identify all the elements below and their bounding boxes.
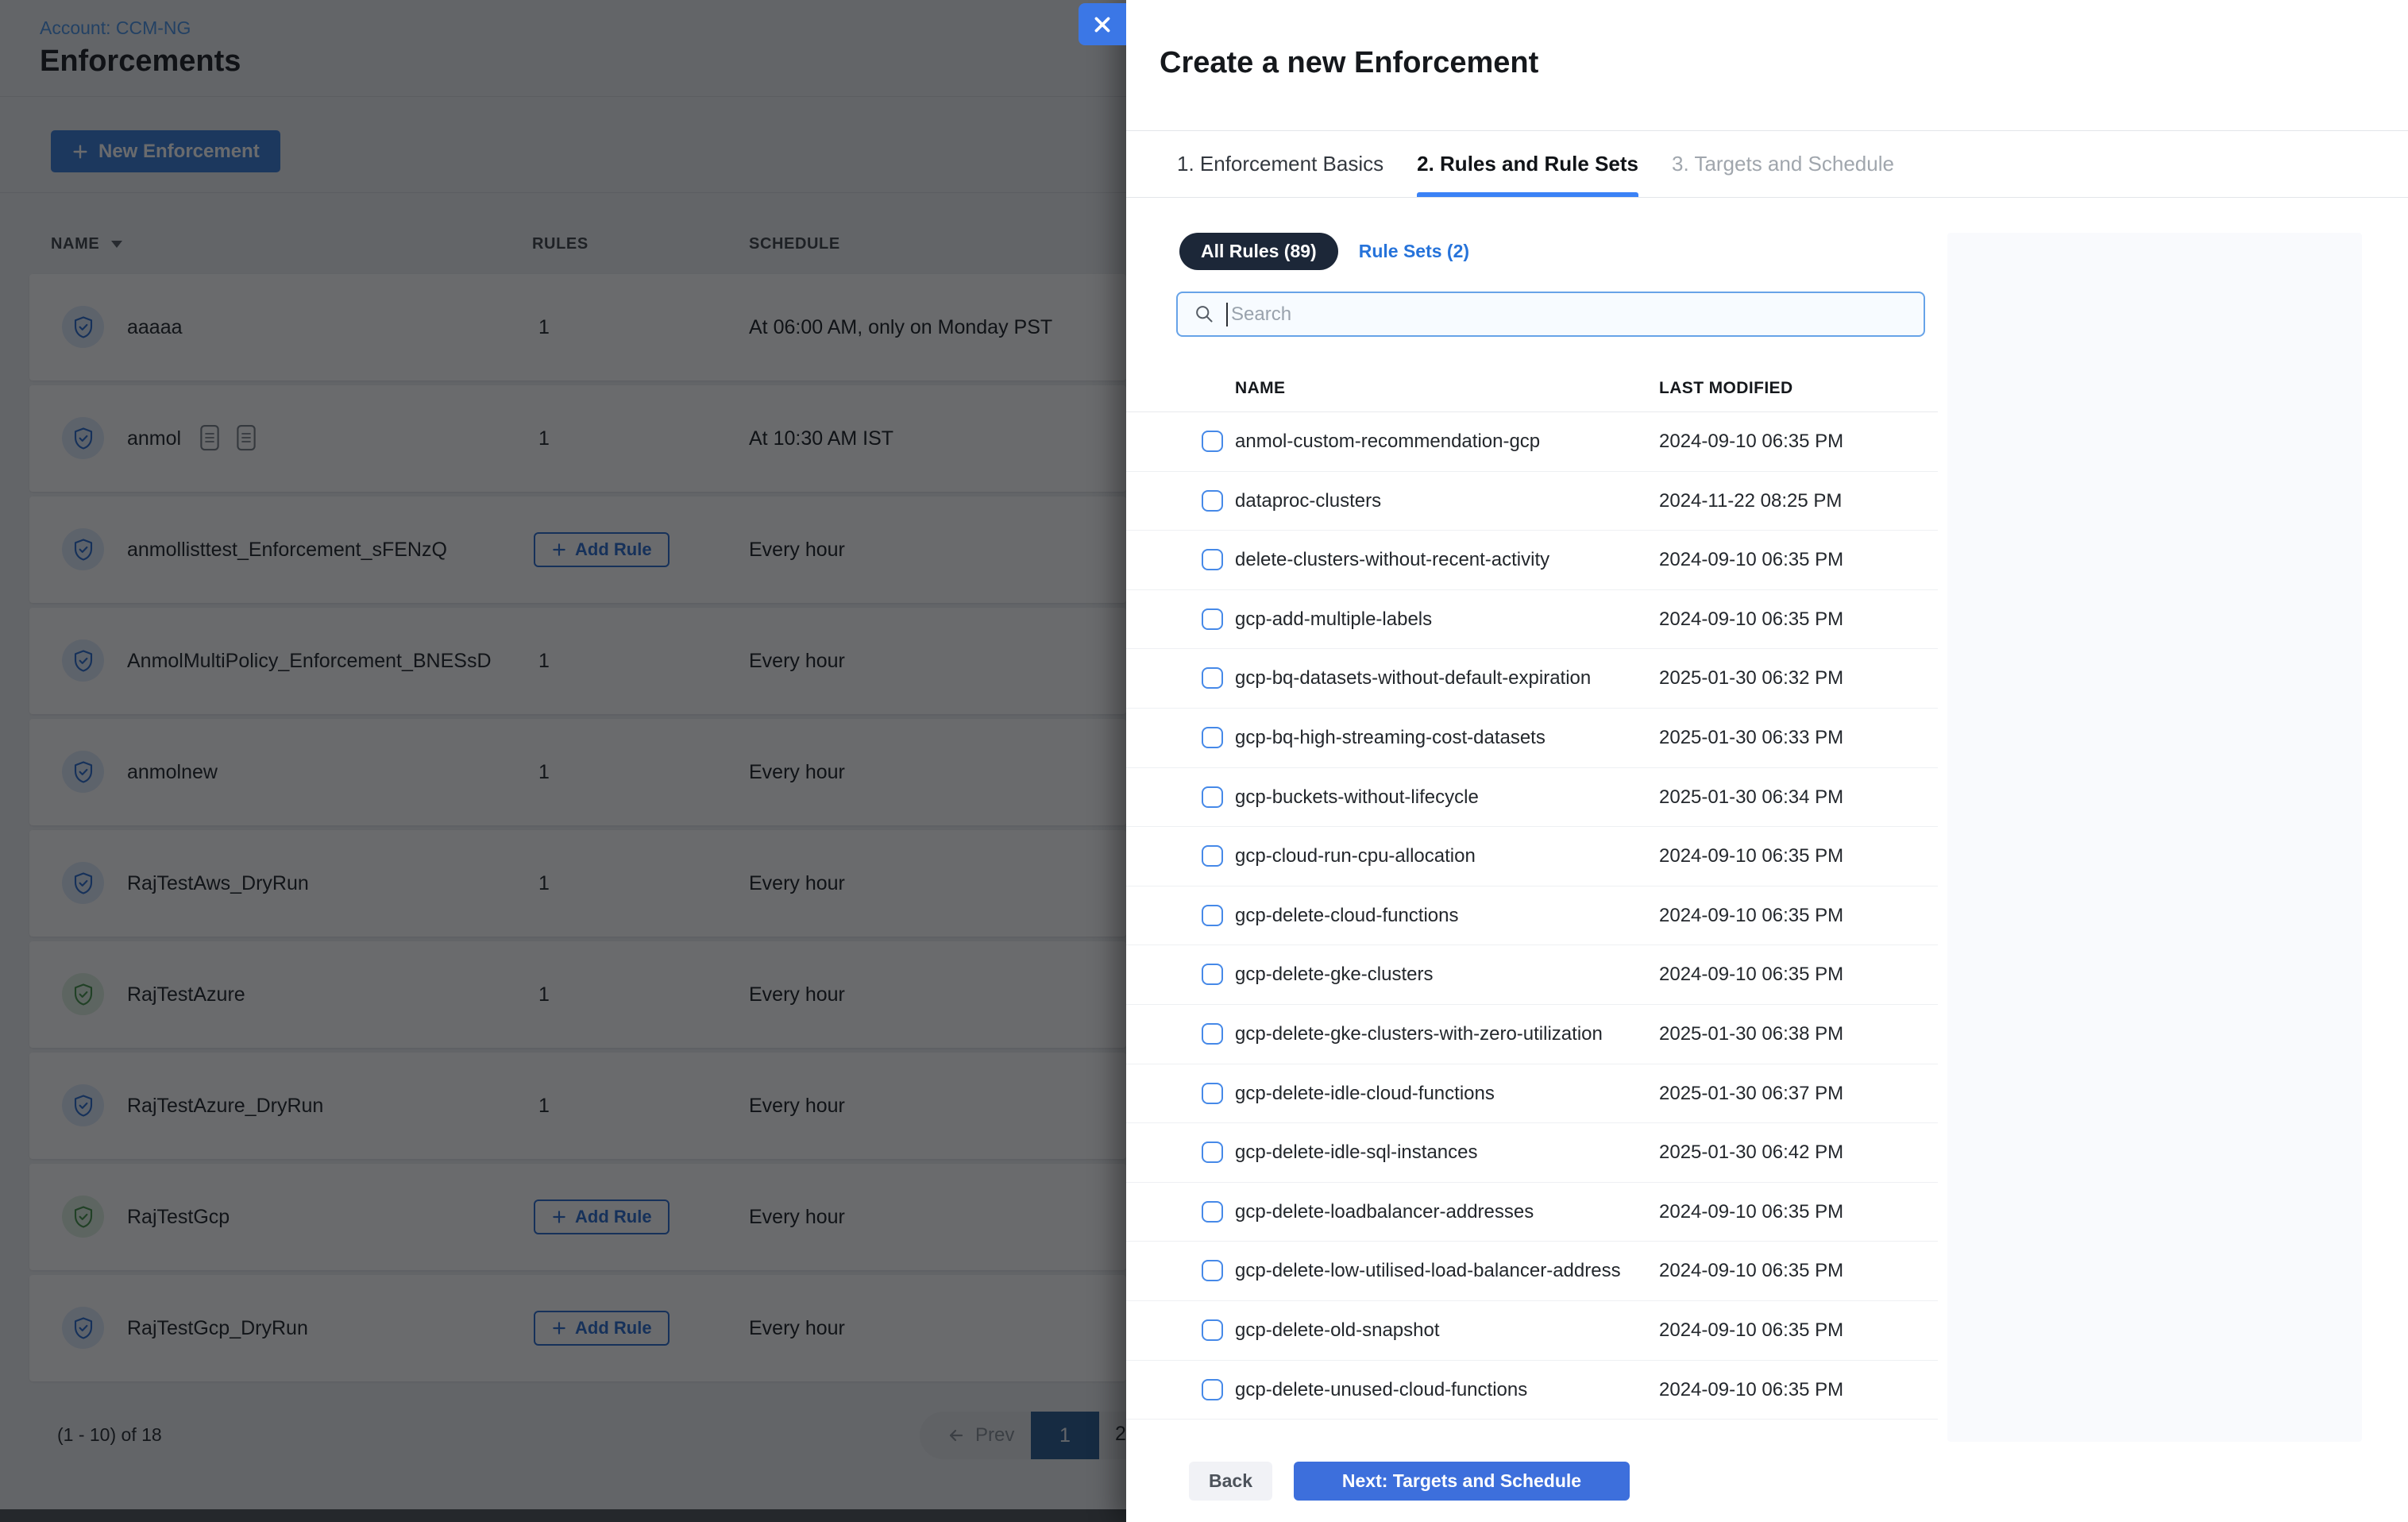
rule-row[interactable]: gcp-delete-cloud-functions 2024-09-10 06… xyxy=(1126,887,1938,946)
rule-checkbox[interactable] xyxy=(1202,905,1223,926)
rule-checkbox[interactable] xyxy=(1202,431,1223,452)
rule-last-modified: 2025-01-30 06:42 PM xyxy=(1659,1142,1843,1164)
rule-name: dataproc-clusters xyxy=(1235,490,1381,512)
rule-last-modified: 2024-09-10 06:35 PM xyxy=(1659,845,1843,867)
rule-last-modified: 2024-09-10 06:35 PM xyxy=(1659,1201,1843,1223)
close-drawer-button[interactable] xyxy=(1079,3,1126,45)
rule-last-modified: 2024-09-10 06:35 PM xyxy=(1659,431,1843,453)
rule-checkbox[interactable] xyxy=(1202,1319,1223,1341)
rule-row[interactable]: gcp-cloud-run-cpu-allocation 2024-09-10 … xyxy=(1126,827,1938,887)
rule-row[interactable]: gcp-delete-idle-cloud-functions 2025-01-… xyxy=(1126,1064,1938,1124)
tab-all-rules[interactable]: All Rules (89) xyxy=(1179,233,1338,270)
rules-list-header: NAME LAST MODIFIED xyxy=(1126,369,1938,411)
selected-rules-panel xyxy=(1947,233,2362,1442)
rule-row[interactable]: gcp-delete-gke-clusters 2024-09-10 06:35… xyxy=(1126,945,1938,1005)
create-enforcement-drawer: Create a new Enforcement 1. Enforcement … xyxy=(1126,0,2408,1522)
rule-name: gcp-buckets-without-lifecycle xyxy=(1235,786,1479,809)
rule-name: gcp-delete-loadbalancer-addresses xyxy=(1235,1201,1534,1223)
wizard-steps: 1. Enforcement Basics 2. Rules and Rule … xyxy=(1126,130,2408,198)
rule-checkbox[interactable] xyxy=(1202,786,1223,808)
close-icon xyxy=(1092,14,1113,35)
rule-row[interactable]: gcp-delete-gke-clusters-with-zero-utiliz… xyxy=(1126,1005,1938,1064)
rules-column-last-modified: LAST MODIFIED xyxy=(1659,379,1793,398)
rule-checkbox[interactable] xyxy=(1202,964,1223,985)
rule-checkbox[interactable] xyxy=(1202,549,1223,570)
rule-checkbox[interactable] xyxy=(1202,1260,1223,1281)
rule-row[interactable]: dataproc-clusters 2024-11-22 08:25 PM xyxy=(1126,472,1938,531)
rule-name: delete-clusters-without-recent-activity xyxy=(1235,549,1549,571)
rule-row[interactable]: delete-clusters-without-recent-activity … xyxy=(1126,531,1938,590)
rule-checkbox[interactable] xyxy=(1202,1083,1223,1104)
rule-name: gcp-cloud-run-cpu-allocation xyxy=(1235,845,1476,867)
rule-checkbox[interactable] xyxy=(1202,490,1223,512)
rule-row[interactable]: gcp-delete-loadbalancer-addresses 2024-0… xyxy=(1126,1183,1938,1242)
modal-dim-overlay[interactable] xyxy=(0,0,1126,1522)
rule-last-modified: 2024-09-10 06:35 PM xyxy=(1659,1319,1843,1342)
rule-name: gcp-bq-datasets-without-default-expirati… xyxy=(1235,667,1591,690)
rule-row[interactable]: gcp-bq-datasets-without-default-expirati… xyxy=(1126,649,1938,709)
rule-name: gcp-delete-unused-cloud-functions xyxy=(1235,1379,1527,1401)
rule-last-modified: 2024-09-10 06:35 PM xyxy=(1659,608,1843,631)
rule-name: gcp-delete-cloud-functions xyxy=(1235,905,1459,927)
rule-last-modified: 2025-01-30 06:32 PM xyxy=(1659,667,1843,690)
rule-name: gcp-delete-idle-sql-instances xyxy=(1235,1142,1477,1164)
rule-row[interactable]: gcp-add-multiple-labels 2024-09-10 06:35… xyxy=(1126,590,1938,650)
step-rules-and-rule-sets[interactable]: 2. Rules and Rule Sets xyxy=(1417,131,1638,197)
rule-last-modified: 2024-09-10 06:35 PM xyxy=(1659,964,1843,986)
step-targets-and-schedule: 3. Targets and Schedule xyxy=(1672,131,1894,197)
rule-checkbox[interactable] xyxy=(1202,667,1223,689)
rule-checkbox[interactable] xyxy=(1202,1201,1223,1223)
rule-row[interactable]: gcp-bq-high-streaming-cost-datasets 2025… xyxy=(1126,709,1938,768)
rule-name: gcp-delete-old-snapshot xyxy=(1235,1319,1440,1342)
rules-list: anmol-custom-recommendation-gcp 2024-09-… xyxy=(1126,412,1938,1427)
rule-checkbox[interactable] xyxy=(1202,845,1223,867)
rule-last-modified: 2024-09-10 06:35 PM xyxy=(1659,1379,1843,1401)
rule-checkbox[interactable] xyxy=(1202,1142,1223,1163)
next-targets-schedule-button[interactable]: Next: Targets and Schedule xyxy=(1294,1462,1630,1501)
rule-checkbox[interactable] xyxy=(1202,608,1223,630)
rule-last-modified: 2024-09-10 06:35 PM xyxy=(1659,1260,1843,1282)
rule-last-modified: 2025-01-30 06:33 PM xyxy=(1659,727,1843,749)
rule-checkbox[interactable] xyxy=(1202,1023,1223,1045)
rule-row[interactable]: gcp-delete-low-utilised-load-balancer-ad… xyxy=(1126,1242,1938,1301)
rule-last-modified: 2024-09-10 06:35 PM xyxy=(1659,549,1843,571)
rule-checkbox[interactable] xyxy=(1202,1379,1223,1400)
rule-name: gcp-bq-high-streaming-cost-datasets xyxy=(1235,727,1546,749)
rule-last-modified: 2025-01-30 06:34 PM xyxy=(1659,786,1843,809)
rule-row[interactable]: gcp-delete-unused-cloud-functions 2024-0… xyxy=(1126,1361,1938,1420)
rule-name: gcp-delete-idle-cloud-functions xyxy=(1235,1083,1495,1105)
search-input[interactable] xyxy=(1228,303,1924,326)
step-enforcement-basics[interactable]: 1. Enforcement Basics xyxy=(1177,131,1383,197)
active-step-underline xyxy=(1417,192,1638,197)
rule-name: gcp-add-multiple-labels xyxy=(1235,608,1432,631)
rules-search-box xyxy=(1176,292,1925,337)
rule-name: anmol-custom-recommendation-gcp xyxy=(1235,431,1540,453)
rule-last-modified: 2025-01-30 06:37 PM xyxy=(1659,1083,1843,1105)
drawer-title: Create a new Enforcement xyxy=(1160,46,1538,80)
search-icon xyxy=(1194,303,1215,325)
rule-last-modified: 2024-09-10 06:35 PM xyxy=(1659,905,1843,927)
rule-row[interactable]: gcp-delete-idle-sql-instances 2025-01-30… xyxy=(1126,1123,1938,1183)
back-button[interactable]: Back xyxy=(1189,1462,1272,1501)
rule-name: gcp-delete-gke-clusters xyxy=(1235,964,1433,986)
rules-tab-switch: All Rules (89) Rule Sets (2) xyxy=(1179,233,1469,270)
rule-checkbox[interactable] xyxy=(1202,727,1223,748)
rule-last-modified: 2025-01-30 06:38 PM xyxy=(1659,1023,1843,1045)
rule-last-modified: 2024-11-22 08:25 PM xyxy=(1659,490,1842,512)
rule-row[interactable]: anmol-custom-recommendation-gcp 2024-09-… xyxy=(1126,412,1938,472)
rules-column-name: NAME xyxy=(1235,379,1285,398)
rule-row[interactable]: gcp-delete-old-snapshot 2024-09-10 06:35… xyxy=(1126,1301,1938,1361)
rule-row[interactable]: gcp-buckets-without-lifecycle 2025-01-30… xyxy=(1126,768,1938,828)
rule-name: gcp-delete-low-utilised-load-balancer-ad… xyxy=(1235,1260,1621,1282)
tab-rule-sets[interactable]: Rule Sets (2) xyxy=(1359,241,1469,262)
rule-name: gcp-delete-gke-clusters-with-zero-utiliz… xyxy=(1235,1023,1603,1045)
